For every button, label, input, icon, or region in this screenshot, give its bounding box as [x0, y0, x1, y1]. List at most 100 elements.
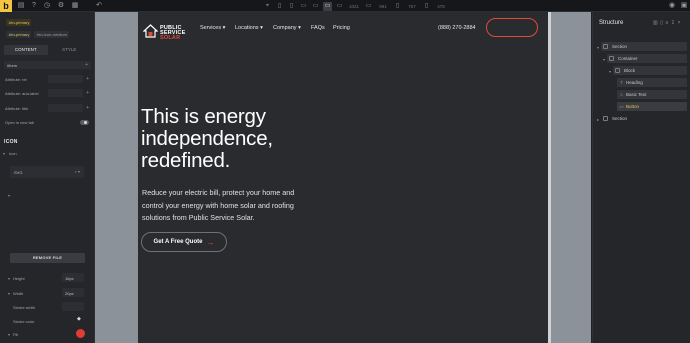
history-icon[interactable]: ◷: [43, 2, 51, 10]
attr-aria-field[interactable]: Attribute: aria-label +: [4, 89, 91, 97]
stroke-width-label: Stroke width: [13, 305, 36, 310]
structure-actions: ▥▯≡↧×: [653, 20, 683, 26]
link-value: #form: [7, 63, 18, 68]
chevron-down-icon[interactable]: ▾: [8, 276, 10, 281]
save-icon[interactable]: ▣: [680, 2, 688, 10]
structure-node-container[interactable]: Container: [607, 54, 687, 63]
nav-services-label: Services: [200, 25, 222, 31]
attr-title-field[interactable]: Attribute: title +: [4, 104, 91, 112]
width-input[interactable]: 20px: [62, 288, 84, 297]
stroke-color-label: Stroke color: [13, 319, 35, 324]
link-field[interactable]: #form +: [4, 61, 91, 69]
nav-pricing[interactable]: Pricing: [333, 25, 350, 31]
attr-title-input[interactable]: [48, 104, 83, 112]
nav-company[interactable]: Company ▾: [273, 25, 301, 31]
chevron-down-icon[interactable]: ▾: [8, 193, 10, 198]
breakpoint-icon[interactable]: ▯: [422, 2, 431, 11]
canvas-scrollbar[interactable]: [548, 12, 551, 343]
file-icon[interactable]: ▤: [17, 2, 25, 10]
phone-icon[interactable]: ▯: [287, 2, 296, 11]
tablet-icon[interactable]: ▯: [275, 2, 284, 11]
undo-icon[interactable]: ↶: [95, 2, 103, 10]
chevron-down-icon[interactable]: ▾: [8, 332, 10, 337]
class-chip-active[interactable]: .btn-primary: [6, 31, 32, 38]
breakpoint-icon[interactable]: ▭: [364, 2, 373, 11]
structure-panel: Structure ▥▯≡↧× ▾ Section ▾ Container ▾ …: [592, 12, 690, 343]
structure-title: Structure: [599, 20, 624, 26]
chevron-down-icon[interactable]: ▾: [597, 45, 599, 50]
attr-rel-label: Attribute: rel: [5, 77, 27, 82]
help-icon[interactable]: ?: [30, 2, 38, 10]
height-input[interactable]: 16px: [62, 273, 84, 282]
icon-source-select[interactable]: SVG × ▾: [10, 166, 84, 178]
free-quote-label: Get A Free Quote: [153, 239, 203, 245]
expand-icon[interactable]: ↧: [671, 20, 678, 26]
site-preview[interactable]: PUBLIC SERVICE SOLAR Services ▾ Location…: [138, 12, 548, 343]
layers-icon[interactable]: ▦: [71, 2, 79, 10]
nav-locations[interactable]: Locations ▾: [235, 25, 263, 31]
node-label: Section: [612, 116, 628, 121]
fill-color-swatch[interactable]: [76, 329, 85, 338]
stroke-width-input[interactable]: [62, 302, 84, 311]
structure-node-block[interactable]: Block: [613, 66, 687, 75]
attr-rel-input[interactable]: [48, 75, 83, 83]
desktop-wide-icon[interactable]: ▭: [311, 2, 320, 11]
structure-node-button[interactable]: ▭ Button: [617, 102, 687, 111]
preview-icon[interactable]: ◉: [668, 2, 676, 10]
breakpoint-478[interactable]: 478: [434, 4, 448, 9]
hero-subtext[interactable]: Reduce your electric bill, protect your …: [142, 187, 310, 225]
hero-heading[interactable]: This is energy independence, redefined.: [141, 106, 341, 172]
panel-tabs: CONTENT STYLE: [4, 45, 91, 55]
container-icon: [609, 56, 614, 62]
class-chip-icon-medium[interactable]: .btn-icon-medium: [34, 31, 69, 38]
chevron-down-icon[interactable]: ▾: [603, 57, 605, 62]
desktop-icon[interactable]: ▭: [299, 2, 308, 11]
icon-label: Icon: [9, 151, 17, 156]
chevron-down-icon[interactable]: ▾: [8, 291, 10, 296]
remove-file-button[interactable]: REMOVE FILE: [10, 253, 85, 263]
monitor-icon[interactable]: ▭: [323, 1, 332, 11]
plus-icon[interactable]: +: [85, 62, 88, 68]
chevron-down-icon[interactable]: ▾: [609, 69, 611, 74]
button-icon: ▭: [619, 104, 624, 109]
plus-icon[interactable]: +: [86, 105, 89, 111]
nav-company-label: Company: [273, 25, 297, 31]
app-logo[interactable]: b: [0, 0, 12, 12]
clear-icon[interactable]: × ▾: [75, 169, 80, 174]
site-logo[interactable]: PUBLIC SERVICE SOLAR: [143, 20, 198, 42]
phone-number[interactable]: (888) 270-2884: [438, 25, 476, 31]
settings-icon[interactable]: ⚙: [57, 2, 65, 10]
breakpoint-icon[interactable]: ▭: [335, 2, 344, 11]
breakpoint-icon[interactable]: ▯: [393, 2, 402, 11]
width-label: Width: [13, 291, 24, 296]
structure-node-basic-text[interactable]: ≡ Basic Text: [617, 90, 687, 99]
block-icon: [615, 68, 620, 74]
chevron-right-icon[interactable]: ▸: [597, 117, 599, 122]
structure-node-section[interactable]: Section: [601, 114, 687, 123]
breakpoint-991[interactable]: 991: [376, 4, 390, 9]
free-quote-button[interactable]: Get A Free Quote →: [141, 232, 227, 252]
attr-aria-label: Attribute: aria-label: [5, 91, 39, 96]
open-new-tab-toggle[interactable]: [80, 120, 89, 125]
class-chip-primary[interactable]: .btn-primary: [6, 19, 32, 26]
plus-icon[interactable]: +: [86, 76, 89, 82]
breakpoint-767[interactable]: 767: [405, 4, 419, 9]
cursor-icon[interactable]: ⌖: [263, 2, 272, 11]
plus-icon[interactable]: +: [86, 90, 89, 96]
attr-aria-input[interactable]: [48, 89, 83, 97]
brand-line-3: SOLAR: [160, 35, 181, 41]
structure-node-heading[interactable]: T Heading: [617, 78, 687, 87]
header-cta-button[interactable]: [486, 18, 538, 37]
nav-services[interactable]: Services ▾: [200, 25, 225, 31]
nav-faqs[interactable]: FAQs: [311, 25, 325, 31]
breakpoint-1021[interactable]: 1021: [347, 4, 361, 9]
structure-node-section[interactable]: Section: [601, 42, 687, 51]
tab-style[interactable]: STYLE: [48, 45, 92, 55]
tab-content[interactable]: CONTENT: [4, 45, 48, 55]
node-label: Basic Text: [626, 92, 647, 97]
color-picker-icon[interactable]: ◆: [77, 316, 81, 322]
close-icon[interactable]: ×: [678, 20, 683, 26]
fill-label: Fill: [13, 332, 19, 337]
chevron-down-icon[interactable]: ▾: [3, 151, 5, 156]
attr-rel-field[interactable]: Attribute: rel +: [4, 75, 91, 83]
